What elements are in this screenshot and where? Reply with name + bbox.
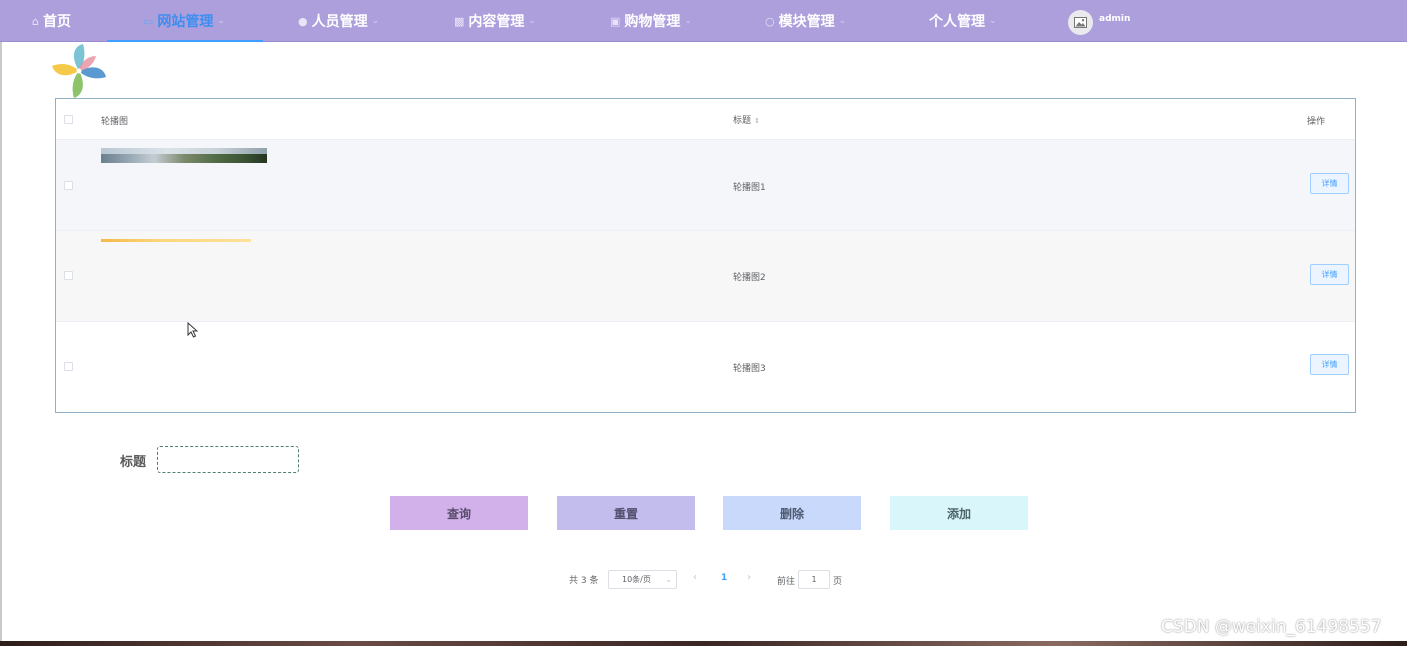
chevron-down-icon: ⌄ [528, 16, 536, 26]
nav-item-label: 内容管理 [468, 14, 525, 30]
goto-page-input[interactable]: 1 [798, 570, 830, 589]
column-header-title-label: 标题 [733, 116, 752, 126]
nav-item-label: 首页 [42, 14, 71, 30]
page-size-value: 10条/页 [622, 575, 651, 584]
table-row: 轮播图3 详情 [56, 322, 1355, 412]
top-navigation-bar: ⌂ 首页 ▭ 网站管理 ⌄ ● 人员管理 ⌄ ▩ 内容管理 ⌄ ▣ 购物管理 ⌄… [0, 0, 1407, 42]
background-strip [0, 641, 1407, 646]
pagination: 共 3 条 10条/页 ⌄ ‹ 1 › 前往 1 页 [0, 570, 1407, 590]
mouse-cursor-icon [187, 322, 198, 338]
watermark: CSDN @weixin_61498557 [1161, 617, 1382, 637]
row-checkbox[interactable] [64, 362, 73, 371]
nav-item-home[interactable]: ⌂ 首页 [32, 0, 71, 42]
chevron-down-icon: ⌄ [684, 16, 692, 26]
chat-icon: ○ [765, 14, 775, 28]
details-button[interactable]: 详情 [1310, 173, 1349, 194]
image-icon [1074, 17, 1087, 28]
select-all-checkbox[interactable] [64, 115, 73, 124]
next-page-icon[interactable]: › [747, 572, 751, 583]
nav-item-label: 个人管理 [929, 14, 985, 30]
row-title: 轮播图3 [733, 364, 766, 374]
chevron-down-icon: ⌄ [217, 16, 225, 26]
column-header-image: 轮播图 [101, 117, 129, 127]
window-left-edge [0, 0, 2, 646]
page-suffix: 页 [833, 577, 843, 587]
prev-page-icon[interactable]: ‹ [693, 572, 697, 583]
details-button[interactable]: 详情 [1310, 354, 1349, 375]
nav-item-staff-management[interactable]: ● 人员管理 ⌄ [298, 0, 379, 42]
chevron-down-icon: ⌄ [989, 16, 997, 26]
delete-button[interactable]: 删除 [723, 496, 861, 530]
user-icon: ● [298, 14, 308, 28]
pagination-total: 共 3 条 [569, 576, 599, 586]
row-title: 轮播图2 [733, 273, 766, 283]
row-title: 轮播图1 [733, 183, 766, 193]
username[interactable]: admin [1099, 14, 1130, 24]
document-icon: ▩ [454, 14, 465, 28]
column-header-title[interactable]: 标题 ⇕ [733, 113, 760, 126]
nav-item-label: 网站管理 [157, 14, 214, 30]
search-title-label: 标题 [120, 455, 147, 470]
nav-item-label: 模块管理 [778, 14, 835, 30]
page-size-select[interactable]: 10条/页 ⌄ [608, 570, 677, 589]
details-button[interactable]: 详情 [1310, 264, 1349, 285]
chevron-down-icon: ⌄ [665, 575, 672, 584]
home-icon: ⌂ [32, 14, 39, 28]
query-button[interactable]: 查询 [390, 496, 528, 530]
table-row: 轮播图1 详情 [56, 140, 1355, 231]
nav-item-label: 购物管理 [624, 14, 681, 30]
nav-item-module-management[interactable]: ○ 模块管理 ⌄ [765, 0, 846, 42]
shopping-bag-icon: ▣ [610, 14, 621, 28]
row-checkbox[interactable] [64, 181, 73, 190]
nav-item-site-management[interactable]: ▭ 网站管理 ⌄ [143, 0, 225, 42]
table-header-row: 轮播图 标题 ⇕ 操作 [56, 99, 1355, 140]
nav-item-shopping-management[interactable]: ▣ 购物管理 ⌄ [610, 0, 692, 42]
table-row: 轮播图2 详情 [56, 231, 1355, 322]
landscape-thumbnail [101, 148, 267, 163]
page-number-current[interactable]: 1 [721, 573, 727, 583]
nav-item-personal-management[interactable]: 个人管理 ⌄ [929, 0, 997, 42]
chevron-down-icon: ⌄ [371, 16, 380, 26]
pinwheel-logo-icon [50, 42, 108, 100]
column-header-actions: 操作 [1307, 117, 1326, 127]
search-title-input[interactable] [157, 446, 299, 473]
nav-item-label: 人员管理 [311, 14, 368, 30]
chevron-down-icon: ⌄ [838, 16, 847, 26]
row-checkbox[interactable] [64, 271, 73, 280]
reset-button[interactable]: 重置 [557, 496, 695, 530]
avatar[interactable] [1068, 10, 1093, 35]
yellow-banner-thumbnail [101, 239, 251, 242]
sort-icon[interactable]: ⇕ [754, 117, 760, 125]
goto-label: 前往 [777, 577, 796, 587]
monitor-icon: ▭ [143, 14, 154, 28]
add-button[interactable]: 添加 [890, 496, 1028, 530]
carousel-table: 轮播图 标题 ⇕ 操作 轮播图1 详情 轮播图2 详情 轮播图3 详情 [55, 98, 1356, 413]
nav-item-content-management[interactable]: ▩ 内容管理 ⌄ [454, 0, 536, 42]
active-tab-indicator [107, 40, 263, 42]
